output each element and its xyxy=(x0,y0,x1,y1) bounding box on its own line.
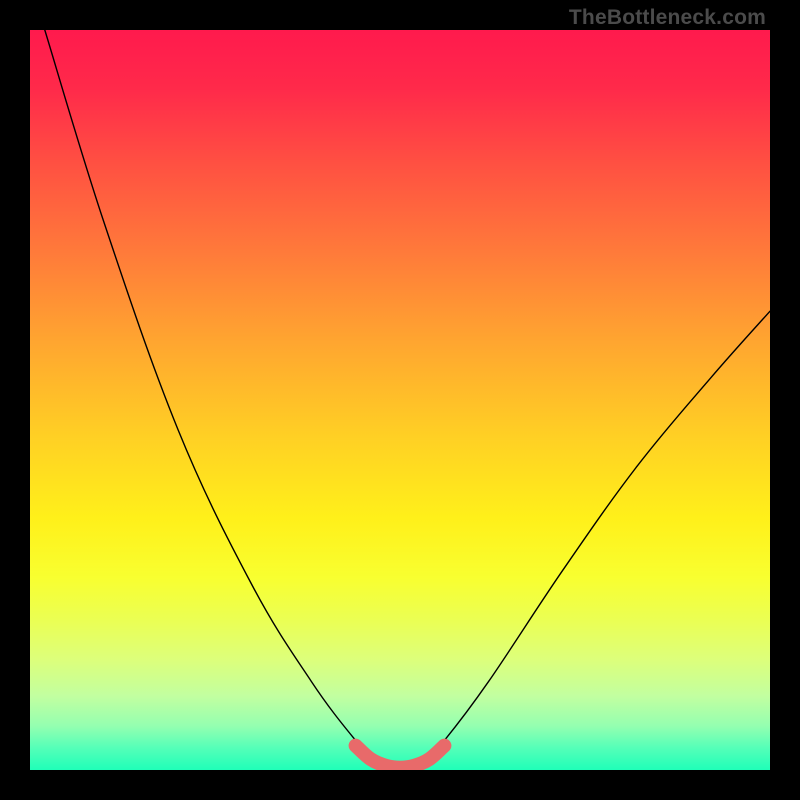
chart-frame: TheBottleneck.com xyxy=(0,0,800,800)
main-curve xyxy=(45,30,770,770)
watermark-text: TheBottleneck.com xyxy=(569,6,766,30)
trough-highlight xyxy=(356,746,445,768)
plot-area xyxy=(30,30,770,770)
chart-svg xyxy=(30,30,770,770)
